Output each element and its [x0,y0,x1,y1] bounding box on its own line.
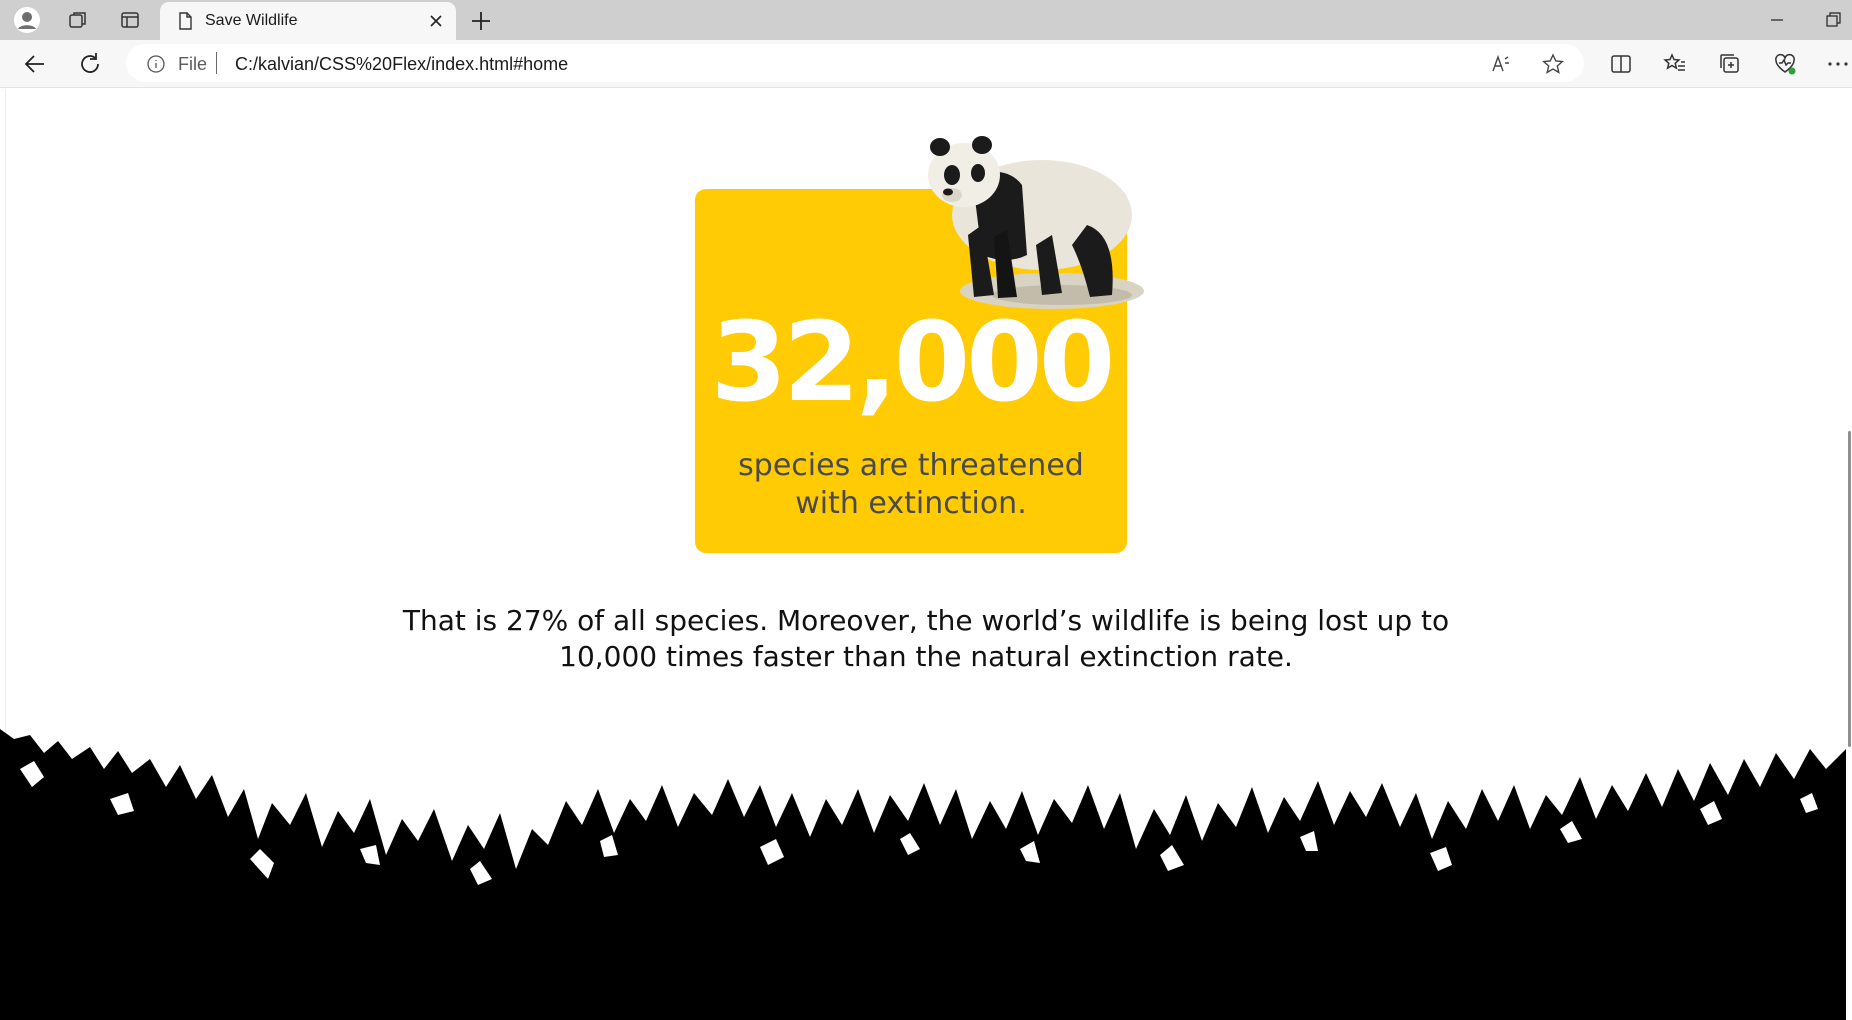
tab-actions-icon[interactable] [116,6,144,34]
favorites-icon[interactable] [1663,52,1687,76]
stat-caption-line: with extinction. [795,486,1027,521]
tab-title: Save Wildlife [205,12,298,29]
body-paragraph: That is 27% of all species. Moreover, th… [380,603,1472,675]
page-icon [179,12,192,30]
back-arrow-icon[interactable] [21,50,49,78]
new-tab-icon[interactable] [468,8,494,34]
minimize-icon[interactable] [1766,9,1788,31]
url-text[interactable]: C:/kalvian/CSS%20Flex/index.html#home [235,54,568,75]
page-scrollbar[interactable] [1846,89,1852,1020]
url-separator [216,52,217,74]
url-scheme: File [178,54,208,74]
star-icon[interactable] [1542,53,1564,75]
stat-number: 32,000 [710,298,1115,426]
refresh-icon[interactable] [76,50,104,78]
stat-caption: species are threatened with extinction. [695,447,1127,523]
read-aloud-icon[interactable] [1490,53,1512,75]
profile-icon[interactable] [13,6,41,34]
address-bar[interactable]: File C:/kalvian/CSS%20Flex/index.html#ho… [126,44,1584,82]
body-line: That is 27% of all species. Moreover, th… [402,604,1450,637]
collections-icon[interactable] [1718,52,1742,76]
more-icon[interactable] [1826,52,1850,76]
info-icon[interactable] [146,54,166,74]
split-screen-icon[interactable] [1609,52,1633,76]
panda-image [928,136,1144,309]
tab-strip: Save Wildlife [0,0,1852,40]
page-viewport: 32,000 species are threatened with extin… [0,89,1852,1020]
scroll-thumb[interactable] [1848,431,1851,747]
grass-silhouette-image [0,729,1852,1020]
stat-caption-line: species are threatened [738,448,1084,483]
body-line: 10,000 times faster than the natural ext… [559,640,1293,673]
address-toolbar: File C:/kalvian/CSS%20Flex/index.html#ho… [0,40,1852,88]
browser-essentials-icon[interactable] [1773,52,1797,76]
close-tab-icon[interactable] [428,13,444,29]
restore-icon[interactable] [1822,9,1844,31]
tab-active[interactable]: Save Wildlife [160,2,456,40]
workspaces-icon[interactable] [64,6,92,34]
